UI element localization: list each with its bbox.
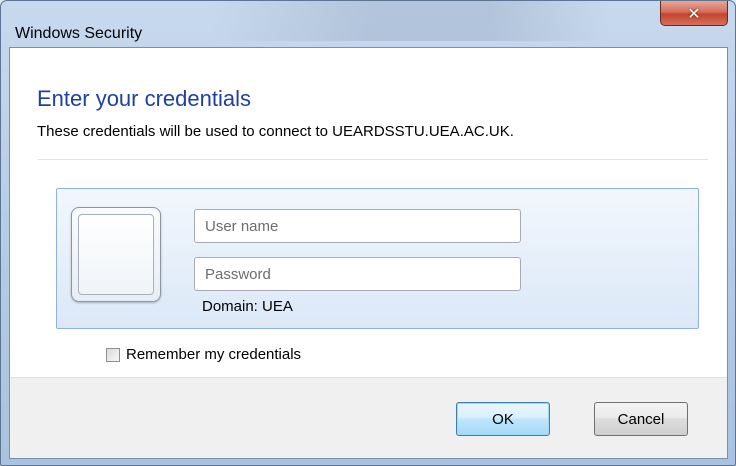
dialog-heading: Enter your credentials xyxy=(37,86,251,111)
cancel-button[interactable]: Cancel xyxy=(594,402,688,436)
domain-label: Domain: UEA xyxy=(202,298,293,315)
window-title: Windows Security xyxy=(15,25,143,42)
remember-credentials-row[interactable]: Remember my credentials xyxy=(106,346,301,363)
user-avatar-icon xyxy=(71,207,161,302)
close-icon: ✕ xyxy=(687,3,701,23)
remember-label[interactable]: Remember my credentials xyxy=(126,346,301,363)
dialog-body: Enter your credentials These credentials… xyxy=(9,47,728,459)
divider xyxy=(37,159,708,160)
dialog-window: Windows Security ✕ Enter your credential… xyxy=(0,0,736,466)
close-button[interactable]: ✕ xyxy=(660,1,728,26)
credential-tile[interactable]: Domain: UEA xyxy=(56,188,699,329)
button-bar: OK Cancel xyxy=(10,377,727,458)
password-input[interactable] xyxy=(194,257,521,291)
dialog-description: These credentials will be used to connec… xyxy=(37,123,514,140)
title-bar-glass xyxy=(211,1,611,41)
avatar-frame xyxy=(78,214,154,295)
title-bar[interactable]: Windows Security ✕ xyxy=(1,1,735,42)
remember-checkbox[interactable] xyxy=(106,347,120,362)
username-input[interactable] xyxy=(194,209,521,243)
ok-button[interactable]: OK xyxy=(456,402,550,436)
